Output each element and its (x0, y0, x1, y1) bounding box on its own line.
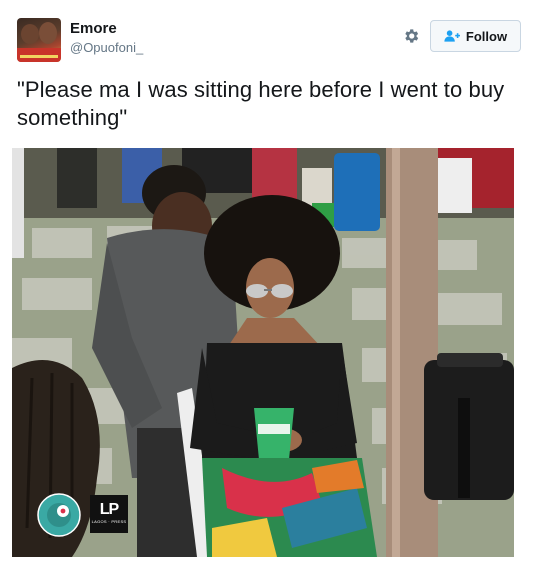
avatar[interactable] (17, 18, 61, 62)
socialite-logo (37, 493, 81, 537)
follow-label: Follow (465, 28, 508, 44)
tweet-card: Emore @Opuofoni_ Follow "Please ma I was… (0, 0, 539, 577)
add-user-icon (444, 30, 460, 42)
photo-illustration (12, 148, 514, 557)
author-display-name[interactable]: Emore (70, 20, 117, 37)
tweet-header: Emore @Opuofoni_ Follow (17, 18, 523, 64)
tweet-photo[interactable]: LP LAGOS · PRESS (12, 148, 514, 557)
avatar-shirt-print (20, 55, 58, 58)
follow-button[interactable]: Follow (430, 20, 521, 52)
avatar-face-left (21, 24, 39, 44)
author-handle[interactable]: @Opuofoni_ (70, 40, 143, 55)
tweet-text: "Please ma I was sitting here before I w… (17, 77, 505, 130)
lp-logo-sub: LAGOS · PRESS (91, 519, 127, 524)
lp-logo-mark: LP (99, 501, 119, 518)
lp-logo: LP LAGOS · PRESS (90, 495, 128, 533)
gear-icon[interactable] (402, 27, 420, 45)
avatar-face-right (39, 22, 57, 44)
